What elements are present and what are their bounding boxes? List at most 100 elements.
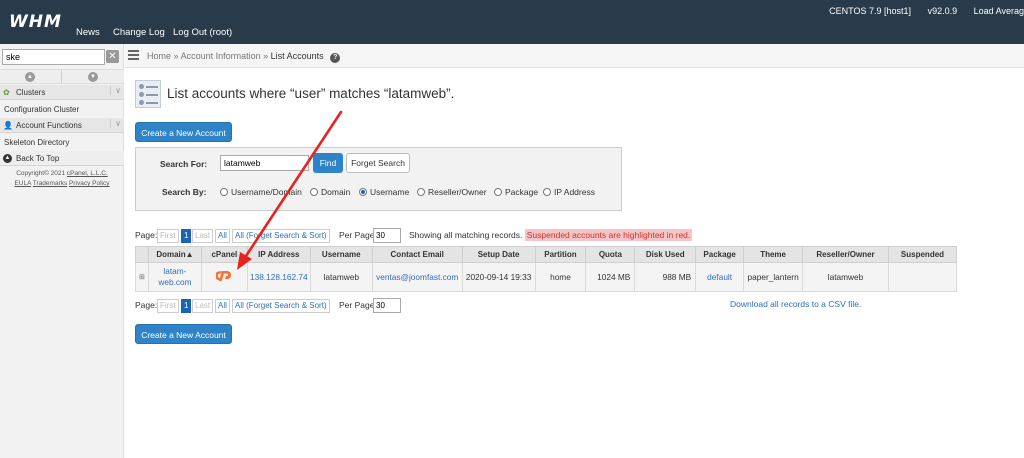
nav-news[interactable]: News: [76, 27, 100, 38]
help-icon[interactable]: ?: [330, 53, 341, 63]
col-contact-email[interactable]: Contact Email: [371, 246, 463, 263]
sidebar-search-input[interactable]: [2, 49, 105, 65]
back-to-top[interactable]: ▲ Back To Top: [0, 151, 124, 166]
all-forget-search-button[interactable]: All (Forget Search & Sort): [232, 299, 330, 313]
breadcrumb-account-information[interactable]: Account Information: [181, 51, 261, 61]
user-icon: 👤: [3, 121, 13, 130]
breadcrumb-home[interactable]: Home: [147, 51, 171, 61]
quota-cell: 1024 MB: [585, 262, 636, 292]
page-title: List accounts where “user” matches “lata…: [167, 86, 455, 101]
search-input[interactable]: [220, 155, 309, 171]
copyright-text: Copyright© 2021: [16, 170, 66, 177]
clusters-icon: ✿: [3, 88, 10, 97]
breadcrumb: Home » Account Information » List Accoun…: [147, 51, 341, 63]
sidebar-category-label: Account Functions: [16, 121, 82, 130]
expand-all-icon[interactable]: ▼: [88, 72, 98, 82]
sidebar-category-clusters[interactable]: ✿ Clusters ∨: [0, 85, 124, 100]
radio-package[interactable]: Package: [494, 187, 538, 197]
radio-domain[interactable]: Domain: [310, 187, 350, 197]
reseller-owner-cell: latamweb: [802, 262, 889, 292]
pagination-bottom: Page: First 1 Last All All (Forget Searc…: [135, 298, 405, 313]
radio-ip-address[interactable]: IP Address: [543, 187, 595, 197]
first-page-button[interactable]: First: [157, 229, 179, 243]
status-text: Showing all matching records. Suspended …: [409, 229, 693, 241]
version-info: v92.0.9: [927, 6, 958, 16]
create-account-button[interactable]: Create a New Account: [135, 122, 232, 142]
trademarks-link[interactable]: Trademarks: [33, 180, 67, 187]
sidebar-item-configuration-cluster[interactable]: Configuration Cluster: [4, 105, 79, 114]
col-partition[interactable]: Partition: [534, 246, 587, 263]
col-cpanel: cPanel: [200, 246, 248, 263]
page-label: Page:: [135, 230, 158, 240]
per-page-input[interactable]: [373, 228, 401, 243]
package-link[interactable]: default: [695, 262, 745, 292]
collapse-expand-row: ▲ ▼: [0, 69, 124, 84]
forget-search-button[interactable]: Forget Search: [346, 153, 410, 173]
table-row: ⊞ latam-web.com 138.128.162.74 latamweb …: [135, 262, 958, 292]
pagination-top: Page: First 1 Last All All (Forget Searc…: [135, 228, 405, 243]
accounts-table: Domain▲ cPanel IP Address Username Conta…: [135, 246, 958, 292]
list-accounts-icon: [135, 80, 161, 108]
ip-address-link[interactable]: 138.128.162.74: [246, 262, 311, 292]
domain-link[interactable]: latam-web.com: [147, 262, 202, 292]
breadcrumb-current: List Accounts: [270, 51, 324, 61]
collapse-all-icon[interactable]: ▲: [25, 72, 35, 82]
find-button[interactable]: Find: [313, 153, 343, 173]
last-page-button[interactable]: Last: [192, 229, 214, 243]
all-forget-search-button[interactable]: All (Forget Search & Sort): [232, 229, 330, 243]
clear-search-icon[interactable]: ✕: [106, 50, 119, 63]
load-average: Load Averag: [973, 6, 1024, 16]
col-username[interactable]: Username: [309, 246, 373, 263]
col-domain[interactable]: Domain▲: [147, 246, 202, 263]
theme-cell: paper_lantern: [743, 262, 804, 292]
company-link[interactable]: cPanel, L.L.C.: [67, 170, 108, 177]
page-1-button[interactable]: 1: [181, 299, 192, 313]
back-to-top-label: Back To Top: [16, 154, 60, 163]
expand-column-header: [135, 246, 149, 263]
col-theme[interactable]: Theme: [743, 246, 804, 263]
create-account-button-bottom[interactable]: Create a New Account: [135, 324, 232, 344]
breadcrumb-bar: Home » Account Information » List Accoun…: [125, 44, 1024, 68]
col-suspended[interactable]: Suspended: [887, 246, 958, 263]
search-panel: Search For: Find Forget Search Search By…: [135, 147, 622, 211]
partition-cell: home: [534, 262, 587, 292]
cpanel-login-cell[interactable]: [200, 262, 248, 292]
username-cell: latamweb: [309, 262, 373, 292]
menu-toggle-icon[interactable]: [128, 50, 139, 60]
col-ip-address[interactable]: IP Address: [246, 246, 311, 263]
whm-logo[interactable]: WHM: [9, 12, 62, 32]
chevron-down-icon[interactable]: ∨: [110, 86, 121, 95]
top-bar: WHM News Change Log Log Out (root) CENTO…: [0, 0, 1024, 44]
contact-email-link[interactable]: ventas@joomfast.com: [371, 262, 463, 292]
chevron-down-icon[interactable]: ∨: [110, 119, 121, 128]
last-page-button[interactable]: Last: [192, 299, 214, 313]
breadcrumb-separator: »: [173, 51, 179, 61]
cpanel-icon[interactable]: [215, 270, 233, 282]
per-page-label: Per Page:: [339, 300, 377, 310]
nav-change-log[interactable]: Change Log: [113, 27, 165, 38]
download-csv-link[interactable]: Download all records to a CSV file.: [730, 299, 861, 309]
eula-link[interactable]: EULA: [14, 180, 31, 187]
per-page-label: Per Page:: [339, 230, 377, 240]
nav-logout[interactable]: Log Out (root): [173, 27, 232, 38]
page-1-button[interactable]: 1: [181, 229, 192, 243]
sidebar-category-label: Clusters: [16, 88, 46, 97]
per-page-input[interactable]: [373, 298, 401, 313]
sidebar-item-skeleton-directory[interactable]: Skeleton Directory: [4, 138, 69, 147]
radio-username-domain[interactable]: Username/Domain: [220, 187, 302, 197]
all-button[interactable]: All: [215, 299, 230, 313]
privacy-policy-link[interactable]: Privacy Policy: [69, 180, 109, 187]
divider: [61, 70, 62, 83]
col-setup-date[interactable]: Setup Date: [461, 246, 536, 263]
all-button[interactable]: All: [215, 229, 230, 243]
radio-reseller-owner[interactable]: Reseller/Owner: [417, 187, 487, 197]
sidebar-category-account-functions[interactable]: 👤 Account Functions ∨: [0, 118, 124, 133]
disk-used-cell: 988 MB: [634, 262, 697, 292]
col-package[interactable]: Package: [695, 246, 745, 263]
col-disk-used[interactable]: Disk Used: [634, 246, 697, 263]
radio-username[interactable]: Username: [359, 187, 409, 197]
first-page-button[interactable]: First: [157, 299, 179, 313]
col-quota[interactable]: Quota: [585, 246, 636, 263]
expand-row-icon[interactable]: ⊞: [135, 262, 149, 292]
col-reseller-owner[interactable]: Reseller/Owner: [802, 246, 889, 263]
